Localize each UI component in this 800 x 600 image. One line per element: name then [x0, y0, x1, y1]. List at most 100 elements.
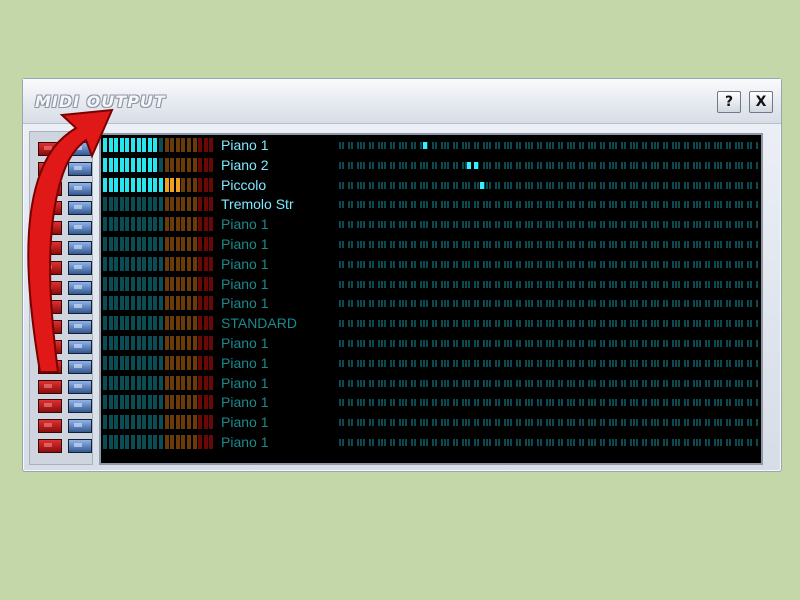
mute-led-button[interactable]: [38, 300, 62, 315]
channel-switches: [34, 201, 92, 216]
channel-row[interactable]: Piano 1: [101, 234, 761, 254]
solo-led-button[interactable]: [68, 419, 92, 434]
channel-row[interactable]: Piano 1: [101, 333, 761, 353]
mute-led-button[interactable]: [38, 439, 62, 453]
note-cell: [384, 439, 386, 446]
note-cell: [528, 241, 530, 248]
meter-segment: [153, 197, 158, 212]
solo-led-button[interactable]: [68, 320, 92, 335]
solo-led-button[interactable]: [68, 241, 92, 255]
solo-led-button[interactable]: [68, 201, 92, 216]
channel-row[interactable]: Piano 1: [101, 412, 761, 432]
close-button[interactable]: X: [749, 91, 773, 113]
solo-led-button[interactable]: [68, 260, 92, 275]
note-cell: [672, 399, 674, 407]
meter-segment: [131, 316, 135, 331]
channel-row[interactable]: Piano 1: [101, 392, 761, 412]
channel-row[interactable]: Piano 1: [101, 135, 761, 155]
solo-led-button[interactable]: [68, 142, 92, 156]
meter-segment: [159, 355, 163, 370]
channel-row[interactable]: Piccolo: [101, 175, 761, 195]
solo-led-button[interactable]: [68, 340, 92, 354]
mute-led-button[interactable]: [38, 260, 62, 275]
channel-row[interactable]: Piano 1: [101, 214, 761, 234]
meter-segment: [114, 316, 119, 331]
note-cell: [612, 300, 614, 308]
note-cell: [504, 419, 506, 427]
solo-led-button[interactable]: [68, 161, 92, 176]
help-button[interactable]: ?: [717, 91, 741, 113]
meter-segment: [209, 177, 214, 192]
note-cell: [720, 439, 722, 446]
note-cell: [510, 359, 512, 367]
mute-led-button[interactable]: [38, 241, 62, 255]
meter-segment: [175, 395, 180, 410]
note-cell: [516, 142, 518, 149]
note-cell: [573, 260, 575, 268]
meter-segment: [170, 415, 175, 430]
channel-row[interactable]: STANDARD: [101, 313, 761, 333]
note-cell: [447, 359, 449, 367]
note-cell: [651, 260, 653, 268]
note-cell: [381, 241, 383, 248]
meter-segment: [147, 355, 152, 370]
mute-led-button[interactable]: [38, 221, 62, 236]
note-cell: [729, 419, 731, 427]
solo-led-button[interactable]: [68, 359, 92, 374]
channel-row[interactable]: Piano 2: [101, 155, 761, 175]
note-activity-strip: [339, 260, 759, 269]
note-cell: [381, 300, 383, 308]
note-cell: [666, 379, 668, 387]
note-cell: [708, 221, 710, 229]
note-cell: [645, 419, 647, 427]
mute-led-button[interactable]: [38, 142, 62, 156]
channel-row[interactable]: Piano 1: [101, 432, 761, 452]
mute-led-button[interactable]: [38, 379, 62, 394]
mute-led-button[interactable]: [38, 320, 62, 335]
note-cell: [486, 280, 488, 288]
note-cell: [705, 181, 707, 189]
meter-segment: [108, 395, 113, 410]
meter-segment: [175, 217, 180, 232]
mute-led-button[interactable]: [38, 280, 62, 295]
note-cell: [666, 142, 668, 149]
mute-led-button[interactable]: [38, 419, 62, 434]
solo-led-button[interactable]: [68, 379, 92, 394]
note-cell: [468, 399, 470, 407]
note-cell: [447, 399, 449, 407]
note-cell: [636, 399, 638, 407]
solo-led-button[interactable]: [68, 280, 92, 295]
note-cell: [369, 201, 371, 209]
note-cell: [537, 439, 539, 446]
mute-led-button[interactable]: [38, 340, 62, 354]
solo-led-button[interactable]: [68, 439, 92, 453]
title-bar[interactable]: MIDI OUTPUT ? X: [23, 79, 781, 124]
note-cell: [357, 340, 359, 347]
note-cell: [384, 379, 386, 387]
mute-led-button[interactable]: [38, 201, 62, 216]
note-cell: [498, 439, 500, 446]
channel-row[interactable]: Tremolo Str: [101, 194, 761, 214]
solo-led-button[interactable]: [68, 221, 92, 236]
solo-led-button[interactable]: [68, 181, 92, 196]
mute-led-button[interactable]: [38, 181, 62, 196]
note-cell: [495, 439, 497, 446]
note-cell: [561, 320, 563, 328]
channel-row[interactable]: Piano 1: [101, 274, 761, 294]
note-cell: [663, 419, 665, 427]
note-cell: [624, 280, 626, 288]
channel-row[interactable]: Piano 1: [101, 293, 761, 313]
mute-led-button[interactable]: [38, 161, 62, 176]
note-cell: [498, 419, 500, 427]
channel-row[interactable]: Piano 1: [101, 353, 761, 373]
note-cell: [687, 221, 689, 229]
solo-led-button[interactable]: [68, 300, 92, 315]
solo-led-button[interactable]: [68, 399, 92, 414]
channel-row[interactable]: Piano 1: [101, 254, 761, 274]
note-cell: [507, 221, 509, 229]
mute-led-button[interactable]: [38, 359, 62, 374]
meter-segment: [159, 217, 163, 232]
mute-led-button[interactable]: [38, 399, 62, 414]
note-cell: [420, 320, 422, 328]
channel-row[interactable]: Piano 1: [101, 373, 761, 393]
